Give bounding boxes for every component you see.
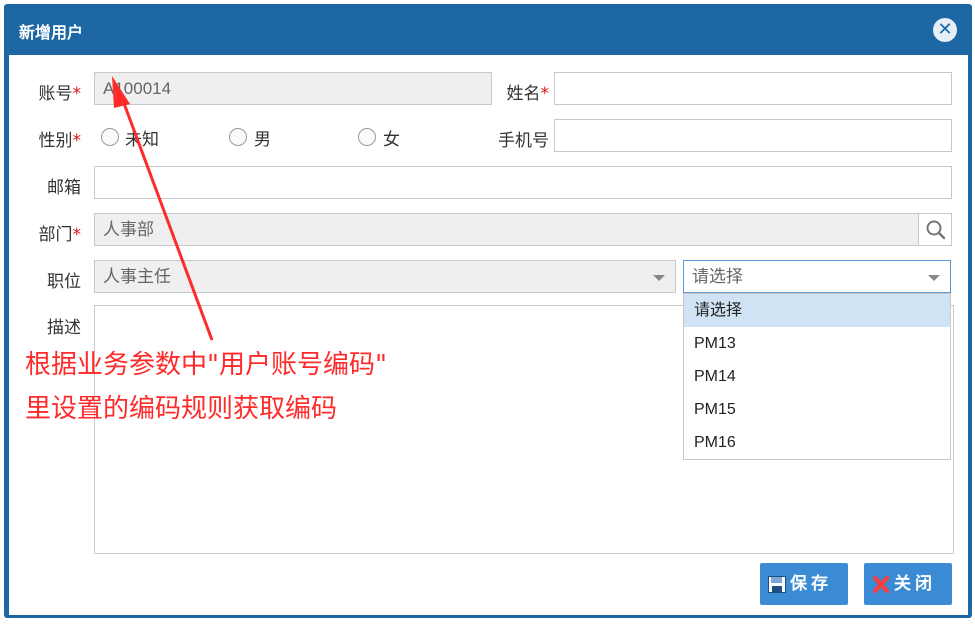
annotation-arrow [112, 76, 214, 341]
annotation-line-2: 里设置的编码规则获取编码 [25, 394, 338, 424]
annotation-line-1: 根据业务参数中"用户账号编码" [25, 350, 387, 380]
